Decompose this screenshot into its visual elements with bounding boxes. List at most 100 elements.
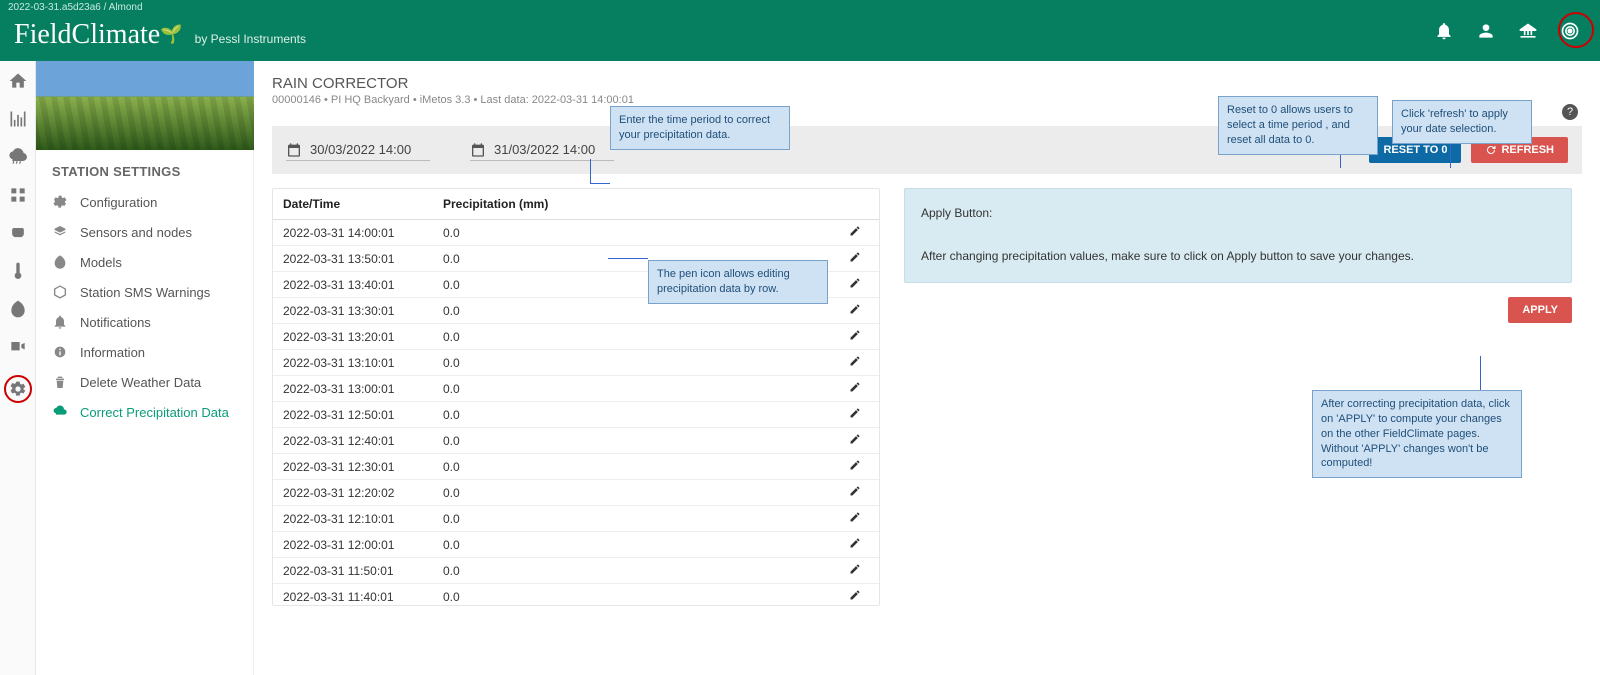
table-row: 2022-03-31 12:50:010.0 [273, 402, 879, 428]
page-title: RAIN CORRECTOR [272, 75, 1582, 92]
cell-precip: 0.0 [433, 480, 839, 506]
cell-precip: 0.0 [433, 454, 839, 480]
camera-icon[interactable] [8, 337, 28, 357]
sidebar-item-sensors-and-nodes[interactable]: Sensors and nodes [36, 217, 253, 247]
table-row: 2022-03-31 13:00:010.0 [273, 376, 879, 402]
sidebar-item-station-sms-warnings[interactable]: Station SMS Warnings [36, 277, 253, 307]
bell-icon[interactable] [1434, 21, 1454, 41]
pen-icon[interactable] [849, 537, 861, 549]
date-to-field[interactable]: 31/03/2022 14:00 [470, 140, 614, 161]
chart-icon[interactable] [8, 109, 28, 129]
nav-icon [52, 404, 68, 420]
network-icon[interactable] [8, 185, 28, 205]
pen-icon[interactable] [849, 459, 861, 471]
version-string: 2022-03-31.a5d23a6 / Almond [8, 2, 143, 13]
info-box: Apply Button: After changing precipitati… [904, 188, 1572, 283]
pen-icon[interactable] [849, 381, 861, 393]
nav-label: Configuration [80, 195, 157, 210]
nav-icon [52, 374, 68, 390]
col-precipitation: Precipitation (mm) [433, 189, 839, 220]
table-row: 2022-03-31 12:20:020.0 [273, 480, 879, 506]
sidebar: PI HQ Backyard / 00000146 STATION SETTIN… [36, 61, 254, 675]
gear-highlight-circle [4, 375, 32, 403]
station-thumbnail[interactable]: PI HQ Backyard / 00000146 [36, 61, 254, 150]
table-row: 2022-03-31 13:10:010.0 [273, 350, 879, 376]
help-icon[interactable]: ? [1562, 104, 1578, 120]
pen-icon[interactable] [849, 433, 861, 445]
cell-precip: 0.0 [433, 220, 839, 246]
date-to-value: 31/03/2022 14:00 [494, 142, 614, 157]
pen-icon[interactable] [849, 355, 861, 367]
station-label: PI HQ Backyard / 00000146 [46, 130, 199, 144]
refresh-icon [1485, 144, 1497, 156]
sidebar-item-correct-precipitation-data[interactable]: Correct Precipitation Data [36, 397, 253, 427]
content: RAIN CORRECTOR 00000146 • PI HQ Backyard… [254, 61, 1600, 675]
cell-datetime: 2022-03-31 13:00:01 [273, 376, 433, 402]
pen-icon[interactable] [849, 407, 861, 419]
cell-datetime: 2022-03-31 12:40:01 [273, 428, 433, 454]
cell-datetime: 2022-03-31 13:20:01 [273, 324, 433, 350]
pen-icon[interactable] [849, 277, 861, 289]
callout-pen: The pen icon allows editing precipitatio… [648, 260, 828, 304]
cell-precip: 0.0 [433, 350, 839, 376]
cell-precip: 0.0 [433, 558, 839, 584]
nav-label: Station SMS Warnings [80, 285, 210, 300]
nav-icon [52, 224, 68, 240]
cell-datetime: 2022-03-31 11:40:01 [273, 584, 433, 607]
pen-icon[interactable] [849, 511, 861, 523]
logo: FieldClimate🌱 by Pessl Instruments [14, 19, 306, 51]
date-from-value: 30/03/2022 14:00 [310, 142, 430, 157]
sidebar-item-models[interactable]: Models [36, 247, 253, 277]
precip-table: Date/Time Precipitation (mm) 2022-03-31 … [273, 189, 879, 606]
callout-apply: After correcting precipitation data, cli… [1312, 390, 1522, 478]
nav-label: Delete Weather Data [80, 375, 201, 390]
cell-datetime: 2022-03-31 12:50:01 [273, 402, 433, 428]
pen-icon[interactable] [849, 329, 861, 341]
pen-icon[interactable] [849, 589, 861, 601]
callout-reset: Reset to 0 allows users to select a time… [1218, 96, 1378, 155]
table-row: 2022-03-31 14:00:010.0 [273, 220, 879, 246]
info-body: After changing precipitation values, mak… [921, 246, 1555, 268]
farm-icon[interactable] [1518, 21, 1538, 41]
pen-icon[interactable] [849, 303, 861, 315]
leaf-icon[interactable] [8, 299, 28, 319]
pen-icon[interactable] [849, 251, 861, 263]
cow-icon[interactable] [8, 223, 28, 243]
info-title: Apply Button: [921, 203, 1555, 225]
callout-date: Enter the time period to correct your pr… [610, 106, 790, 150]
cell-datetime: 2022-03-31 13:30:01 [273, 298, 433, 324]
callout-refresh: Click 'refresh' to apply your date selec… [1392, 100, 1532, 144]
cell-precip: 0.0 [433, 532, 839, 558]
apply-button[interactable]: APPLY [1508, 297, 1572, 323]
thermometer-icon[interactable] [8, 261, 28, 281]
pen-icon[interactable] [849, 563, 861, 575]
nav-label: Models [80, 255, 122, 270]
table-row: 2022-03-31 12:30:010.0 [273, 454, 879, 480]
sidebar-item-configuration[interactable]: Configuration [36, 187, 253, 217]
chevron-down-icon[interactable] [236, 135, 244, 140]
user-icon[interactable] [1476, 21, 1496, 41]
sidebar-item-delete-weather-data[interactable]: Delete Weather Data [36, 367, 253, 397]
cell-datetime: 2022-03-31 13:50:01 [273, 246, 433, 272]
table-row: 2022-03-31 12:10:010.0 [273, 506, 879, 532]
sidebar-item-notifications[interactable]: Notifications [36, 307, 253, 337]
sidebar-title: STATION SETTINGS [36, 150, 253, 187]
date-from-field[interactable]: 30/03/2022 14:00 [286, 140, 430, 161]
nav-icon [52, 344, 68, 360]
pen-icon[interactable] [849, 485, 861, 497]
cell-datetime: 2022-03-31 12:10:01 [273, 506, 433, 532]
precip-table-wrap[interactable]: Date/Time Precipitation (mm) 2022-03-31 … [272, 188, 880, 606]
home-icon[interactable] [8, 71, 28, 91]
sidebar-item-information[interactable]: Information [36, 337, 253, 367]
table-row: 2022-03-31 12:00:010.0 [273, 532, 879, 558]
pen-icon[interactable] [849, 225, 861, 237]
logo-by: by Pessl Instruments [195, 32, 306, 46]
topbar: 2022-03-31.a5d23a6 / Almond FieldClimate… [0, 0, 1600, 61]
cloud-rain-icon[interactable] [8, 147, 28, 167]
radar-highlight-circle [1558, 12, 1594, 48]
date-bar: ? 30/03/2022 14:00 31/03/2022 14:00 RESE… [272, 126, 1582, 174]
col-datetime: Date/Time [273, 189, 433, 220]
gear-icon[interactable] [9, 380, 27, 398]
nav-icon [52, 254, 68, 270]
cell-precip: 0.0 [433, 584, 839, 607]
